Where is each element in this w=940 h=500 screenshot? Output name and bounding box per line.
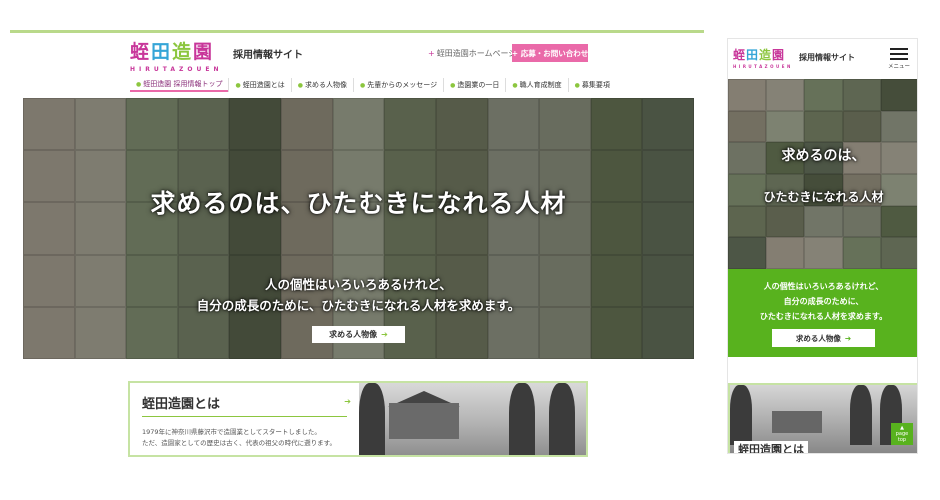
bullet-icon: ●: [297, 81, 303, 89]
nav-item-label: 求める人物像: [304, 81, 347, 89]
homepage-link-label: 蛭田造園ホームページ: [436, 49, 517, 58]
bullet-icon: ●: [574, 81, 580, 89]
hero-banner: 求めるのは、ひたむきになれる人材 人の個性はいろいろあるけれど、 自分の成長のた…: [23, 98, 694, 359]
logo-roman: HIRUTAZOUEN: [733, 64, 793, 69]
mobile-view: 蛭 田 造 園 HIRUTAZOUEN 採用情報サイト メニュー 求めるのは、 …: [727, 38, 918, 454]
mobile-intro-text: 人の個性はいろいろあるけれど、 自分の成長のために、 ひたむきになれる人材を求め…: [728, 269, 917, 324]
nav-item-day[interactable]: ● 造園業の一日: [443, 78, 505, 92]
mobile-logo[interactable]: 蛭 田 造 園 HIRUTAZOUEN: [733, 48, 790, 70]
logo-char: 田: [151, 41, 171, 63]
page-top-button[interactable]: ▲ page top: [891, 423, 913, 445]
site-logo[interactable]: 蛭 田 造 園 HIRUTAZOUEN: [130, 41, 218, 73]
mobile-intro-line: 自分の成長のために、: [783, 297, 864, 306]
logo-char: 蛭: [130, 41, 150, 63]
mobile-catch-line: ひたむきになれる人材: [763, 190, 884, 204]
mobile-about-title: 蛭田造園とは: [734, 441, 808, 453]
nav-item-training[interactable]: ● 職人育成制度: [505, 78, 567, 92]
mobile-intro-line: ひたむきになれる人材を求めます。: [759, 312, 888, 321]
mobile-intro-line: 人の個性はいろいろあるけれど、: [763, 282, 884, 291]
apply-contact-button[interactable]: + 応募・お問い合わせ: [512, 44, 588, 62]
hero-overlay: [23, 98, 694, 359]
nav-item-label: 蛭田造園とは: [242, 81, 285, 89]
nav-item-about[interactable]: ● 蛭田造園とは: [228, 78, 290, 92]
mobile-ideal-person-button[interactable]: 求める人物像 ➔: [772, 329, 875, 347]
hamburger-menu-button[interactable]: メニュー: [886, 45, 912, 73]
arrow-right-icon: +: [428, 49, 435, 58]
mobile-intro-band: 人の個性はいろいろあるけれど、 自分の成長のために、 ひたむきになれる人材を求め…: [728, 269, 917, 357]
mobile-catch-line: 求めるのは、: [781, 148, 866, 164]
arrow-right-icon: ➔: [844, 333, 852, 343]
logo-char: 田: [746, 48, 759, 62]
site-title: 採用情報サイト: [233, 50, 303, 61]
screenshot-stage: 蛭 田 造 園 HIRUTAZOUEN 採用情報サイト + 蛭田造園ホームページ …: [0, 0, 940, 500]
hero-subtext: 人の個性はいろいろあるけれど、 自分の成長のために、ひたむきになれる人材を求めま…: [23, 274, 694, 316]
logo-char: 造: [172, 41, 192, 63]
nav-item-label: 職人育成制度: [519, 81, 562, 89]
arrow-right-icon: ➔: [381, 330, 388, 339]
bullet-icon: ●: [512, 81, 518, 89]
tree-shape: [850, 385, 872, 445]
mobile-header: 蛭 田 造 園 HIRUTAZOUEN 採用情報サイト メニュー: [728, 39, 917, 79]
house-shape: [389, 403, 459, 439]
logo-char: 造: [759, 48, 772, 62]
ideal-person-button[interactable]: 求める人物像 ➔: [312, 326, 405, 343]
nav-item-ideal-person[interactable]: ● 求める人物像: [290, 78, 353, 92]
about-description: 1979年に神奈川県藤沢市で造園業としてスタートしました。 ただ、造園家としての…: [142, 427, 347, 449]
tree-shape: [509, 383, 535, 455]
hero-subtext-line: 人の個性はいろいろあるけれど、: [265, 277, 452, 292]
nav-item-messages[interactable]: ● 先輩からのメッセージ: [352, 78, 443, 92]
about-description-line: ただ、造園家としての歴史は古く、代表の祖父の時代に遡ります。: [142, 439, 336, 447]
mobile-site-title: 採用情報サイト: [799, 53, 855, 62]
about-card[interactable]: 蛭田造園とは ➔ 1979年に神奈川県藤沢市で造園業としてスタートしました。 た…: [128, 381, 588, 457]
house-shape: [772, 411, 822, 433]
page-top-label: top: [897, 437, 907, 443]
bullet-icon: ●: [450, 81, 456, 89]
logo-char: 園: [772, 48, 785, 62]
arrow-right-icon: ➔: [344, 397, 351, 406]
nav-item-label: 造園業の一日: [457, 81, 500, 89]
hamburger-menu-icon: [890, 48, 908, 50]
nav-item-recruit[interactable]: ● 募集要項: [567, 78, 616, 92]
nav-item-top[interactable]: ● 蛭田造園 採用情報トップ: [130, 78, 229, 92]
menu-label: メニュー: [887, 64, 910, 70]
about-photo: [359, 383, 586, 455]
about-card-text: 蛭田造園とは ➔ 1979年に神奈川県藤沢市で造園業としてスタートしました。 た…: [130, 383, 359, 455]
mobile-about-card[interactable]: 蛭田造園とは ▲ page top: [728, 383, 917, 453]
top-accent-bar: [10, 30, 704, 33]
bullet-icon: ●: [359, 81, 366, 89]
global-nav: ● 蛭田造園 採用情報トップ ● 蛭田造園とは ● 求める人物像 ● 先輩からのメッセー…: [130, 78, 616, 94]
about-title: 蛭田造園とは: [142, 393, 347, 417]
hero-overlay: [728, 79, 917, 269]
logo-char: 園: [193, 41, 213, 63]
mobile-hero: 求めるのは、 ひたむきになれる人材: [728, 79, 917, 269]
ideal-person-button-label: 求める人物像: [329, 330, 378, 339]
homepage-link[interactable]: + 蛭田造園ホームページ: [428, 48, 516, 59]
nav-item-label: 蛭田造園 採用情報トップ: [143, 80, 223, 88]
hero-subtext-line: 自分の成長のために、ひたむきになれる人材を求めます。: [196, 298, 521, 313]
bullet-icon: ●: [136, 80, 142, 88]
tree-shape: [730, 385, 752, 445]
bullet-icon: ●: [235, 81, 241, 89]
nav-item-label: 先輩からのメッセージ: [367, 81, 438, 89]
hamburger-menu-icon: [890, 53, 908, 55]
logo-char: 蛭: [733, 48, 746, 62]
tree-shape: [549, 383, 575, 455]
tree-shape: [359, 383, 385, 455]
nav-item-label: 募集要項: [581, 81, 610, 89]
hero-catchphrase: 求めるのは、ひたむきになれる人材: [150, 189, 567, 218]
desktop-view: 蛭 田 造 園 HIRUTAZOUEN 採用情報サイト + 蛭田造園ホームページ …: [10, 30, 704, 470]
logo-roman: HIRUTAZOUEN: [130, 66, 223, 73]
hamburger-menu-icon: [890, 58, 908, 60]
mobile-ideal-person-label: 求める人物像: [795, 333, 841, 343]
about-description-line: 1979年に神奈川県藤沢市で造園業としてスタートしました。: [142, 428, 321, 436]
